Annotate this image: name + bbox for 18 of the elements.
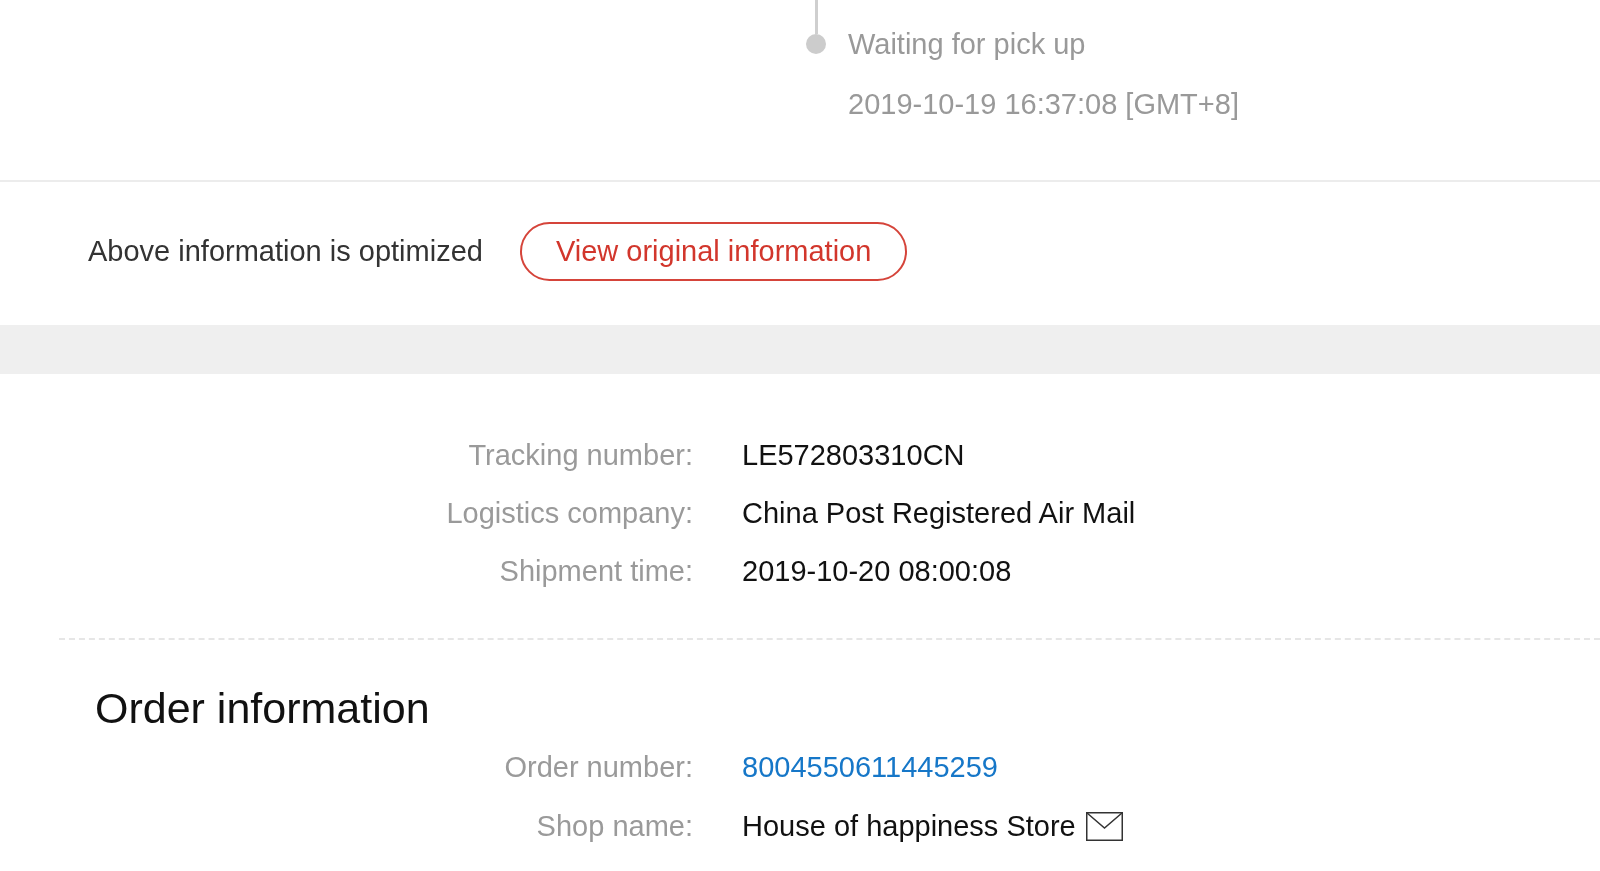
field-label: Shipment time: [499,554,693,588]
field-label: Logistics company: [446,496,693,530]
field-value: 2019-10-20 08:00:08 [742,554,1012,588]
timeline-connector [814,0,818,34]
mail-icon[interactable] [1085,812,1123,841]
field-value: LE572803310CN [742,438,965,472]
field-label: Tracking number: [468,438,693,472]
notice-text: Above information is optimized [88,234,483,268]
status-text: Waiting for pick up [848,27,1087,62]
view-original-button[interactable]: View original information [519,221,908,281]
section-heading: Order information [95,683,430,734]
field-label: Order number: [504,751,693,784]
order-number-link[interactable]: 8004550611445259 [742,751,998,784]
timeline-dot-icon [806,34,826,54]
field-value: China Post Registered Air Mail [742,496,1136,530]
timestamp-text: 2019-10-19 16:37:08 [GMT+8] [848,87,1239,122]
field-label: Shop name: [536,810,693,843]
shop-name: House of happiness Store [742,810,1076,843]
